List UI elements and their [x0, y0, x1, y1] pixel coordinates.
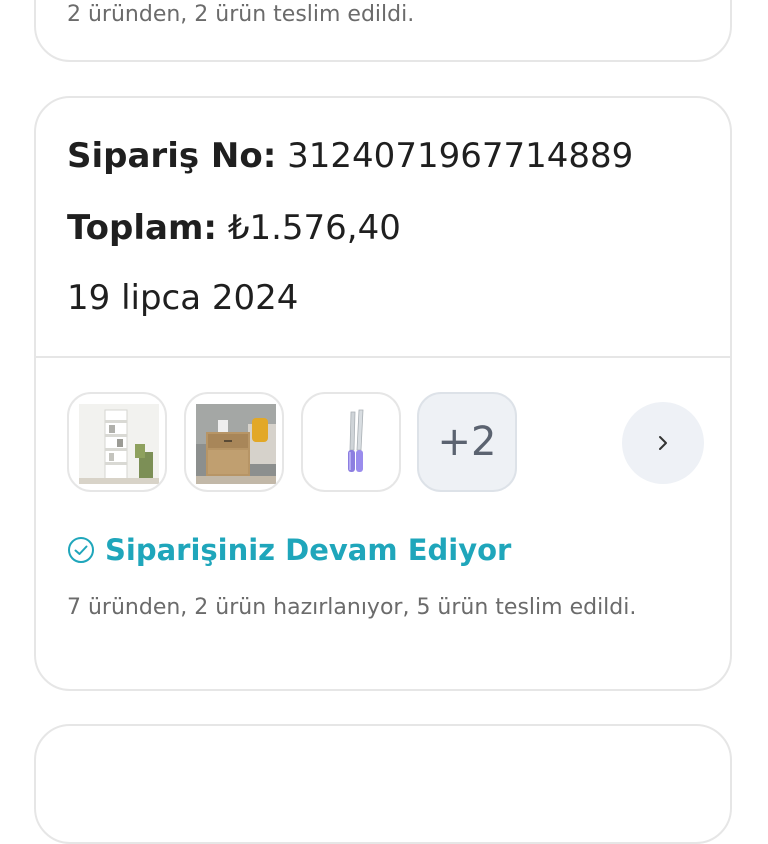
order-number-label: Sipariş No: [67, 136, 277, 176]
order-number-row: Sipariş No: 3124071967714889 [67, 136, 633, 176]
product-thumbnail[interactable] [301, 392, 401, 492]
order-card[interactable]: Sipariş No: 3124071967714889 Toplam: ₺1.… [34, 96, 732, 691]
order-status-title: Siparişiniz Devam Ediyor [105, 533, 512, 567]
product-thumbnail[interactable] [67, 392, 167, 492]
knife-set-product-icon [313, 404, 393, 484]
product-thumbnail[interactable] [184, 392, 284, 492]
more-products-button[interactable]: +2 [417, 392, 517, 492]
order-total-label: Toplam: [67, 208, 217, 248]
bookshelf-product-icon [79, 404, 159, 484]
previous-order-card[interactable]: 2 üründen, 2 ürün teslim edildi. [34, 0, 732, 62]
order-total-value: ₺1.576,40 [227, 208, 401, 248]
order-total-row: Toplam: ₺1.576,40 [67, 208, 401, 248]
order-status: Siparişiniz Devam Ediyor [67, 530, 511, 570]
next-order-card[interactable] [34, 724, 732, 844]
nightstand-product-icon [196, 404, 276, 484]
divider [36, 356, 730, 358]
chevron-right-icon [659, 436, 667, 450]
check-circle-icon [68, 537, 94, 563]
previous-order-status-detail: 2 üründen, 2 ürün teslim edildi. [67, 2, 415, 27]
order-date: 19 lipca 2024 [67, 278, 299, 318]
order-status-detail: 7 üründen, 2 ürün hazırlanıyor, 5 ürün t… [67, 595, 637, 620]
order-details-button[interactable] [622, 402, 704, 484]
order-number-value: 3124071967714889 [287, 136, 634, 176]
more-products-count: +2 [437, 419, 497, 465]
